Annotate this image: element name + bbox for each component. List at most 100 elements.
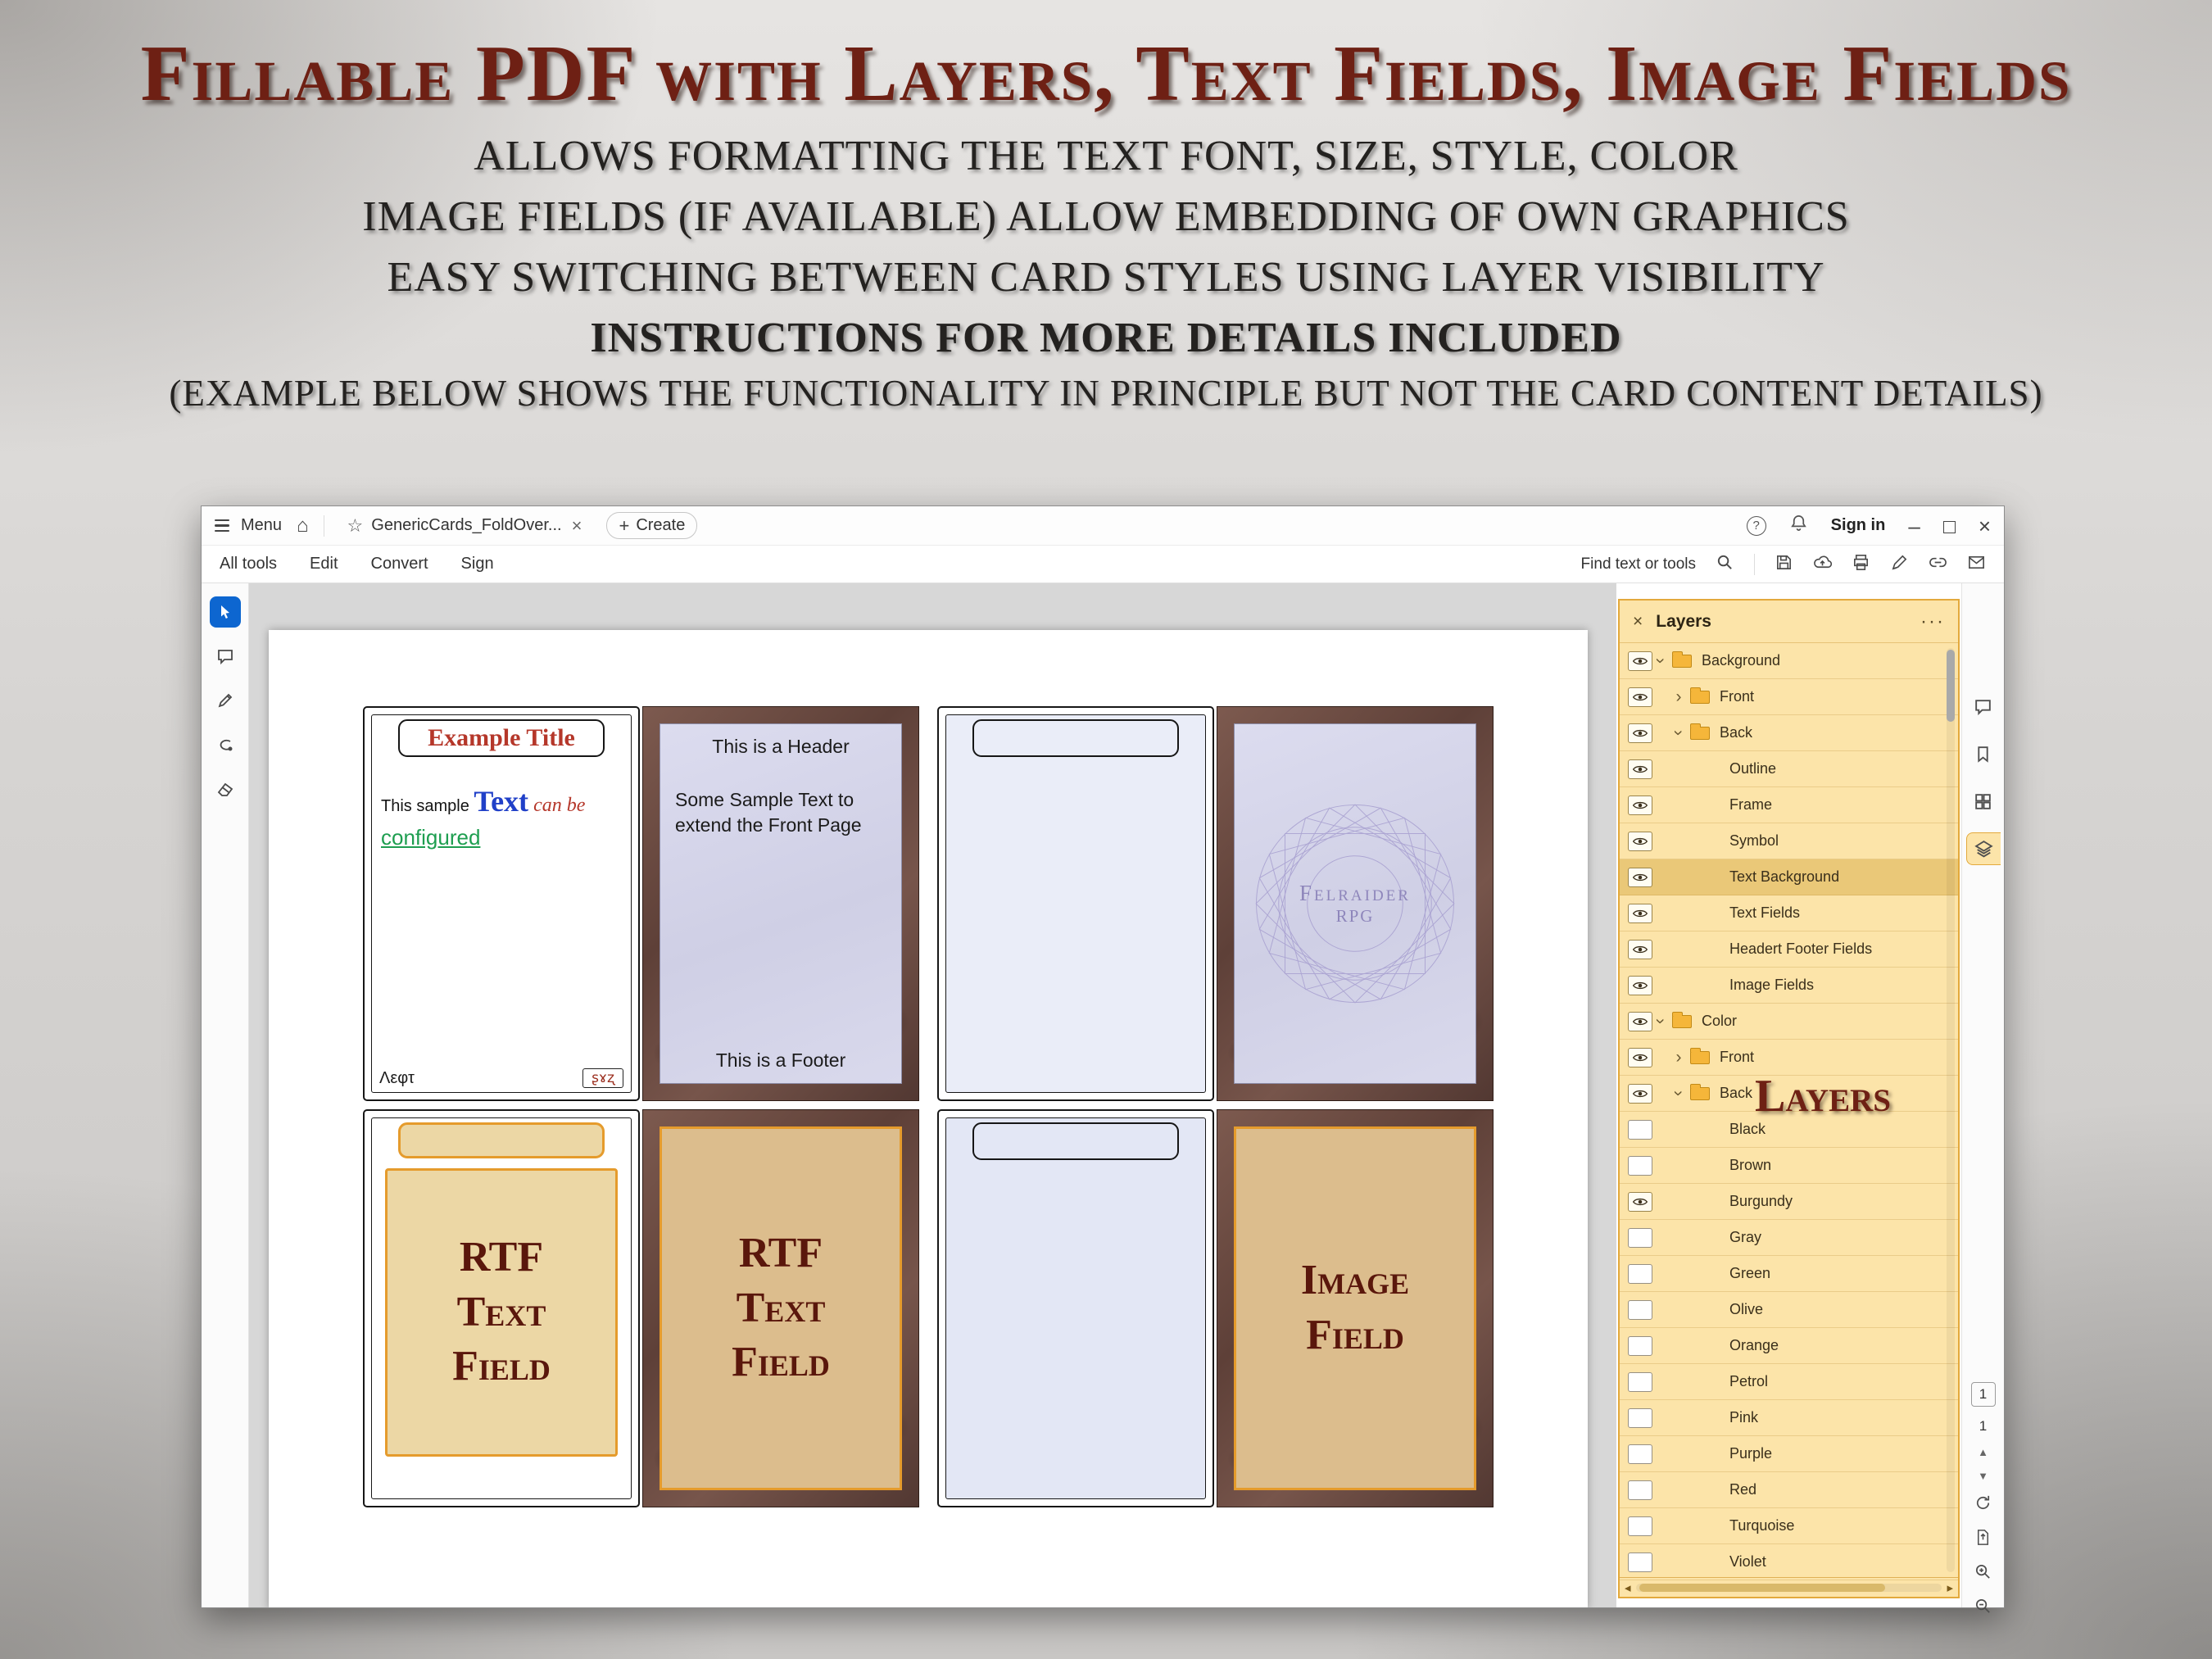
layer-visible-eye-icon[interactable]: [1628, 1192, 1652, 1212]
layer-hidden-checkbox[interactable]: [1628, 1444, 1652, 1464]
document-tab[interactable]: ☆ GenericCards_FoldOver... ×: [339, 511, 592, 541]
layer-row-turquoise[interactable]: Turquoise: [1620, 1508, 1958, 1544]
rtf-back-field[interactable]: RTF Text Field: [660, 1126, 902, 1490]
panel-horizontal-scrollbar[interactable]: ◂ ▸: [1620, 1577, 1958, 1597]
save-icon[interactable]: [1775, 553, 1793, 576]
layer-hidden-checkbox[interactable]: [1628, 1408, 1652, 1428]
scroll-up-icon[interactable]: ▲: [1978, 1446, 1988, 1458]
layer-hidden-checkbox[interactable]: [1628, 1336, 1652, 1356]
layer-hidden-checkbox[interactable]: [1628, 1552, 1652, 1572]
scroll-right-icon[interactable]: ▸: [1947, 1580, 1953, 1595]
layer-row-purple[interactable]: Purple: [1620, 1436, 1958, 1472]
close-button[interactable]: ×: [1979, 515, 1991, 537]
layer-hidden-checkbox[interactable]: [1628, 1228, 1652, 1248]
collapse-icon[interactable]: ›: [1652, 653, 1670, 669]
layer-row-pink[interactable]: Pink: [1620, 1400, 1958, 1436]
layer-visible-eye-icon[interactable]: [1628, 796, 1652, 815]
envelope-icon[interactable]: [1967, 553, 1986, 576]
image-back-field[interactable]: Image Field: [1234, 1126, 1476, 1490]
star-icon[interactable]: ☆: [347, 515, 364, 537]
layer-row-brown[interactable]: Brown: [1620, 1148, 1958, 1184]
scroll-left-icon[interactable]: ◂: [1625, 1580, 1631, 1595]
create-button[interactable]: + Create: [606, 512, 697, 539]
layer-row-red[interactable]: Red: [1620, 1472, 1958, 1508]
layer-visible-eye-icon[interactable]: [1628, 687, 1652, 707]
empty-title-field[interactable]: [972, 719, 1179, 757]
layer-row-violet[interactable]: Violet: [1620, 1544, 1958, 1580]
layer-visible-eye-icon[interactable]: [1628, 976, 1652, 995]
layer-row-back[interactable]: ›Back: [1620, 715, 1958, 751]
layer-visible-eye-icon[interactable]: [1628, 651, 1652, 671]
collapse-icon[interactable]: ›: [1670, 1086, 1688, 1102]
collapse-icon[interactable]: ›: [1670, 725, 1688, 741]
layer-visible-eye-icon[interactable]: [1628, 940, 1652, 959]
link-icon[interactable]: [1929, 553, 1947, 576]
card-body-field[interactable]: This sample Text can be configured: [381, 780, 622, 854]
layer-row-olive[interactable]: Olive: [1620, 1292, 1958, 1328]
panel-options-icon[interactable]: ···: [1920, 610, 1945, 633]
layer-row-color[interactable]: ›Color: [1620, 1004, 1958, 1040]
scrollbar-thumb[interactable]: [1639, 1584, 1885, 1592]
layer-visible-eye-icon[interactable]: [1628, 723, 1652, 743]
layer-visible-eye-icon[interactable]: [1628, 904, 1652, 923]
menu-item-sign[interactable]: Sign: [461, 555, 494, 573]
empty-title-field[interactable]: [972, 1122, 1179, 1160]
bookmarks-panel-button[interactable]: [1966, 737, 2001, 770]
layer-hidden-checkbox[interactable]: [1628, 1300, 1652, 1320]
eraser-tool-button[interactable]: [210, 773, 241, 805]
layer-row-image-fields[interactable]: Image Fields: [1620, 968, 1958, 1004]
layer-visible-eye-icon[interactable]: [1628, 1048, 1652, 1067]
layer-row-green[interactable]: Green: [1620, 1256, 1958, 1292]
rtf-title-field[interactable]: [398, 1122, 605, 1158]
help-icon[interactable]: ?: [1747, 516, 1766, 536]
layer-visible-eye-icon[interactable]: [1628, 1084, 1652, 1104]
layer-row-petrol[interactable]: Petrol: [1620, 1364, 1958, 1400]
card-title-field[interactable]: Example Title: [398, 719, 605, 757]
layer-row-gray[interactable]: Gray: [1620, 1220, 1958, 1256]
layer-row-background[interactable]: ›Background: [1620, 643, 1958, 679]
export-button[interactable]: [1974, 1528, 1992, 1551]
layer-row-text-fields[interactable]: Text Fields: [1620, 895, 1958, 931]
expand-icon[interactable]: ›: [1670, 1049, 1687, 1066]
layer-row-headert-footer-fields[interactable]: Headert Footer Fields: [1620, 931, 1958, 968]
layer-row-burgundy[interactable]: Burgundy: [1620, 1184, 1958, 1220]
menu-item-edit[interactable]: Edit: [310, 555, 338, 573]
sign-pen-icon[interactable]: [1890, 553, 1909, 576]
layer-row-frame[interactable]: Frame: [1620, 787, 1958, 823]
select-tool-button[interactable]: [210, 596, 241, 628]
layer-row-outline[interactable]: Outline: [1620, 751, 1958, 787]
zoom-in-button[interactable]: [1974, 1562, 1992, 1585]
layer-hidden-checkbox[interactable]: [1628, 1480, 1652, 1500]
scrollbar-track[interactable]: [1636, 1584, 1942, 1592]
menu-item-convert[interactable]: Convert: [371, 555, 428, 573]
menu-button[interactable]: Menu: [215, 516, 282, 535]
panel-vertical-scrollbar[interactable]: [1947, 648, 1955, 1572]
find-tools-label[interactable]: Find text or tools: [1581, 555, 1696, 573]
rtf-body-field[interactable]: RTF Text Field: [385, 1168, 618, 1457]
layer-hidden-checkbox[interactable]: [1628, 1372, 1652, 1392]
tab-close-icon[interactable]: ×: [570, 515, 584, 537]
layer-visible-eye-icon[interactable]: [1628, 868, 1652, 887]
shape-tool-button[interactable]: [210, 729, 241, 760]
bell-icon[interactable]: [1789, 514, 1808, 537]
pencil-tool-button[interactable]: [210, 685, 241, 716]
rotate-button[interactable]: [1974, 1494, 1992, 1516]
footer-right-field[interactable]: ʂɤʐ: [582, 1068, 623, 1088]
panel-close-icon[interactable]: ×: [1633, 612, 1643, 632]
layer-visible-eye-icon[interactable]: [1628, 832, 1652, 851]
layers-panel-button[interactable]: [1966, 832, 2001, 865]
layer-row-symbol[interactable]: Symbol: [1620, 823, 1958, 859]
layer-hidden-checkbox[interactable]: [1628, 1264, 1652, 1284]
layer-hidden-checkbox[interactable]: [1628, 1516, 1652, 1536]
printer-icon[interactable]: [1852, 553, 1870, 576]
minimize-button[interactable]: –: [1908, 515, 1920, 537]
cloud-upload-icon[interactable]: [1813, 553, 1832, 576]
layer-hidden-checkbox[interactable]: [1628, 1120, 1652, 1140]
layer-row-orange[interactable]: Orange: [1620, 1328, 1958, 1364]
home-icon[interactable]: ⌂: [297, 514, 309, 537]
layer-visible-eye-icon[interactable]: [1628, 759, 1652, 779]
comments-panel-button[interactable]: [1966, 690, 2001, 723]
maximize-button[interactable]: [1943, 515, 1956, 537]
page-number-box[interactable]: 1: [1971, 1382, 1996, 1407]
zoom-out-button[interactable]: [1974, 1597, 1992, 1620]
